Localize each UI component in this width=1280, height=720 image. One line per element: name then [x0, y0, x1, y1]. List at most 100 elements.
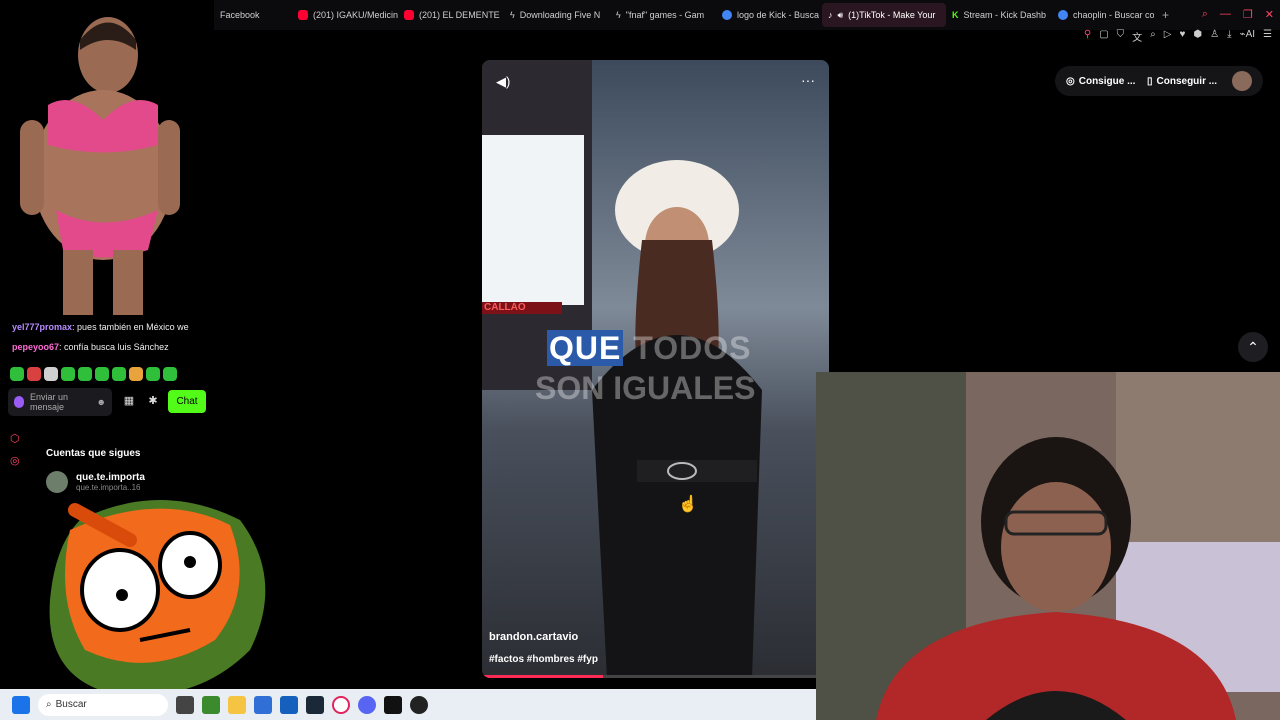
epic-games-icon[interactable] — [384, 695, 402, 714]
shop-icon[interactable]: ▦ — [122, 394, 136, 408]
video-progress-fill — [482, 675, 604, 678]
download-icon[interactable]: ⤓ — [1227, 29, 1231, 45]
tab-label: (201) IGAKU/Medicin — [313, 10, 398, 20]
tab-fnaf-games[interactable]: ϟ "fnaf" games - Gam — [610, 3, 716, 27]
user-avatar[interactable] — [1232, 71, 1252, 91]
following-icon[interactable]: ◎ — [10, 454, 20, 467]
tab-tiktok[interactable]: ♪ 🔊︎ (1)TikTok - Make Your — [822, 3, 946, 27]
tab-el-demente[interactable]: (201) EL DEMENTE — [398, 3, 504, 27]
profile-icon[interactable]: ♙ — [1210, 29, 1219, 45]
discord-icon[interactable] — [358, 695, 376, 714]
chat-send-button[interactable]: Chat — [168, 390, 206, 413]
speaker-icon: 🔊︎ — [837, 9, 844, 20]
video-hashtags[interactable]: #factos #hombres #fyp — [489, 654, 598, 665]
following-heading: Cuentas que sigues — [46, 448, 141, 459]
chat-username[interactable]: pepeyoo67 — [12, 342, 59, 352]
account-name: que.te.importa — [76, 472, 145, 483]
get-app-button[interactable]: ▯ Conseguir ... — [1147, 68, 1217, 94]
more-options-icon[interactable]: ··· — [801, 72, 815, 88]
emote-icon[interactable] — [95, 367, 109, 381]
emote-icon[interactable] — [27, 367, 41, 381]
menu-icon[interactable]: ☰ — [1263, 29, 1272, 45]
get-coins-button[interactable]: ◎ Consigue ... — [1066, 68, 1135, 94]
tab-downloading-fnaf[interactable]: ϟ Downloading Five N — [504, 3, 610, 27]
emote-icon[interactable] — [10, 367, 24, 381]
steam-icon[interactable] — [306, 695, 324, 714]
volume-icon[interactable]: ◀︎) — [496, 74, 510, 90]
emote-icon[interactable] — [44, 367, 58, 381]
tab-kick-dashboard[interactable]: K Stream - Kick Dashb — [946, 3, 1052, 27]
placeholder-line-2: mensaje — [30, 402, 65, 412]
google-icon — [722, 10, 732, 20]
emote-icon[interactable] — [129, 367, 143, 381]
tab-chaoplin[interactable]: chaoplin - Buscar co — [1052, 3, 1154, 27]
new-tab-button[interactable]: + — [1162, 8, 1169, 22]
tab-label: (1)TikTok - Make Your — [848, 10, 936, 20]
minimize-button[interactable]: — — [1220, 8, 1231, 21]
screen: yel777promax: pues también en México we … — [0, 0, 1280, 720]
minecraft-icon[interactable] — [202, 695, 220, 714]
compass-icon[interactable]: ⬡ — [10, 432, 20, 445]
obs-icon[interactable] — [410, 695, 428, 714]
ai-button[interactable]: ⌁AI — [1240, 29, 1255, 45]
translate-icon[interactable]: 文 — [1132, 29, 1142, 45]
chat-message-input[interactable]: Enviar un mensaje ☻ — [8, 388, 112, 416]
shield-icon[interactable]: ⛉ — [1117, 29, 1125, 45]
heart-icon[interactable]: ♥ — [1179, 29, 1185, 45]
extensions-icon[interactable]: ⬢ — [1193, 29, 1202, 45]
scroll-up-button[interactable]: ⌃ — [1238, 332, 1268, 362]
search-icon: ⌕ — [46, 699, 52, 710]
tab-facebook[interactable]: Facebook — [214, 3, 292, 27]
chat-message: yel777promax: pues también en México we — [12, 322, 189, 332]
hand-cursor-icon: ☝ — [678, 496, 698, 513]
taskbar-search[interactable]: ⌕ Buscar — [38, 693, 168, 716]
streamer-figure — [20, 17, 180, 315]
emote-bar — [10, 367, 177, 381]
video-progress-bar[interactable] — [482, 675, 829, 678]
opera-gx-icon[interactable] — [332, 695, 350, 714]
emote-icon[interactable] — [112, 367, 126, 381]
play-icon[interactable]: ▷ — [1164, 29, 1172, 45]
placeholder-line-1: Enviar un — [30, 392, 69, 402]
video-author[interactable]: brandon.cartavio — [489, 631, 578, 643]
emote-icon[interactable] — [78, 367, 92, 381]
google-icon — [1058, 10, 1068, 20]
background-billboard — [482, 135, 584, 305]
emoji-icon[interactable]: ☻ — [97, 397, 106, 407]
tab-igaku[interactable]: (201) IGAKU/Medicin — [292, 3, 398, 27]
file-explorer-icon[interactable] — [228, 695, 246, 714]
get-app-label: Conseguir ... — [1156, 75, 1218, 87]
snapshot-icon[interactable]: ▢ — [1099, 29, 1108, 45]
emote-icon[interactable] — [61, 367, 75, 381]
task-view-icon[interactable] — [176, 695, 194, 714]
pin-icon[interactable]: ⚲ — [1084, 29, 1091, 45]
kick-icon: K — [952, 10, 959, 20]
lightning-icon: ϟ — [510, 10, 515, 20]
outlook-icon[interactable] — [280, 695, 298, 714]
tab-label: Downloading Five N — [519, 10, 601, 20]
chat-text: : confía busca luis Sánchez — [59, 342, 169, 352]
search-icon[interactable]: ⌕ — [1150, 29, 1156, 45]
phone-icon: ▯ — [1147, 75, 1153, 87]
youtube-icon — [404, 10, 414, 20]
emote-icon[interactable] — [163, 367, 177, 381]
tab-logo-kick[interactable]: logo de Kick - Busca — [716, 3, 822, 27]
search-tabs-icon[interactable]: ⌕ — [1202, 8, 1208, 21]
settings-gear-icon[interactable]: ✱ — [146, 394, 160, 408]
tiktok-video-player[interactable]: CALLAO QUE TODOS SON IGUALES ◀︎) ··· bra… — [482, 60, 829, 678]
store-icon[interactable] — [254, 695, 272, 714]
browser-tab-bar: Facebook (201) IGAKU/Medicin (201) EL DE… — [214, 0, 1280, 30]
sidebar-icons: ⬡ ◎ — [10, 432, 20, 467]
chat-message: pepeyoo67: confía busca luis Sánchez — [12, 342, 169, 352]
restore-button[interactable]: ❐ — [1243, 8, 1253, 21]
windows-start-icon[interactable] — [12, 695, 30, 714]
microphone-icon[interactable] — [14, 396, 24, 408]
coin-icon: ◎ — [1066, 75, 1075, 87]
callao-sign: CALLAO — [482, 302, 562, 314]
emote-icon[interactable] — [146, 367, 160, 381]
chat-username[interactable]: yel777promax — [12, 322, 72, 332]
close-button[interactable]: ✕ — [1265, 8, 1274, 21]
tiktok-icon: ♪ — [828, 10, 833, 20]
lightning-icon: ϟ — [616, 10, 621, 20]
youtube-icon — [298, 10, 308, 20]
